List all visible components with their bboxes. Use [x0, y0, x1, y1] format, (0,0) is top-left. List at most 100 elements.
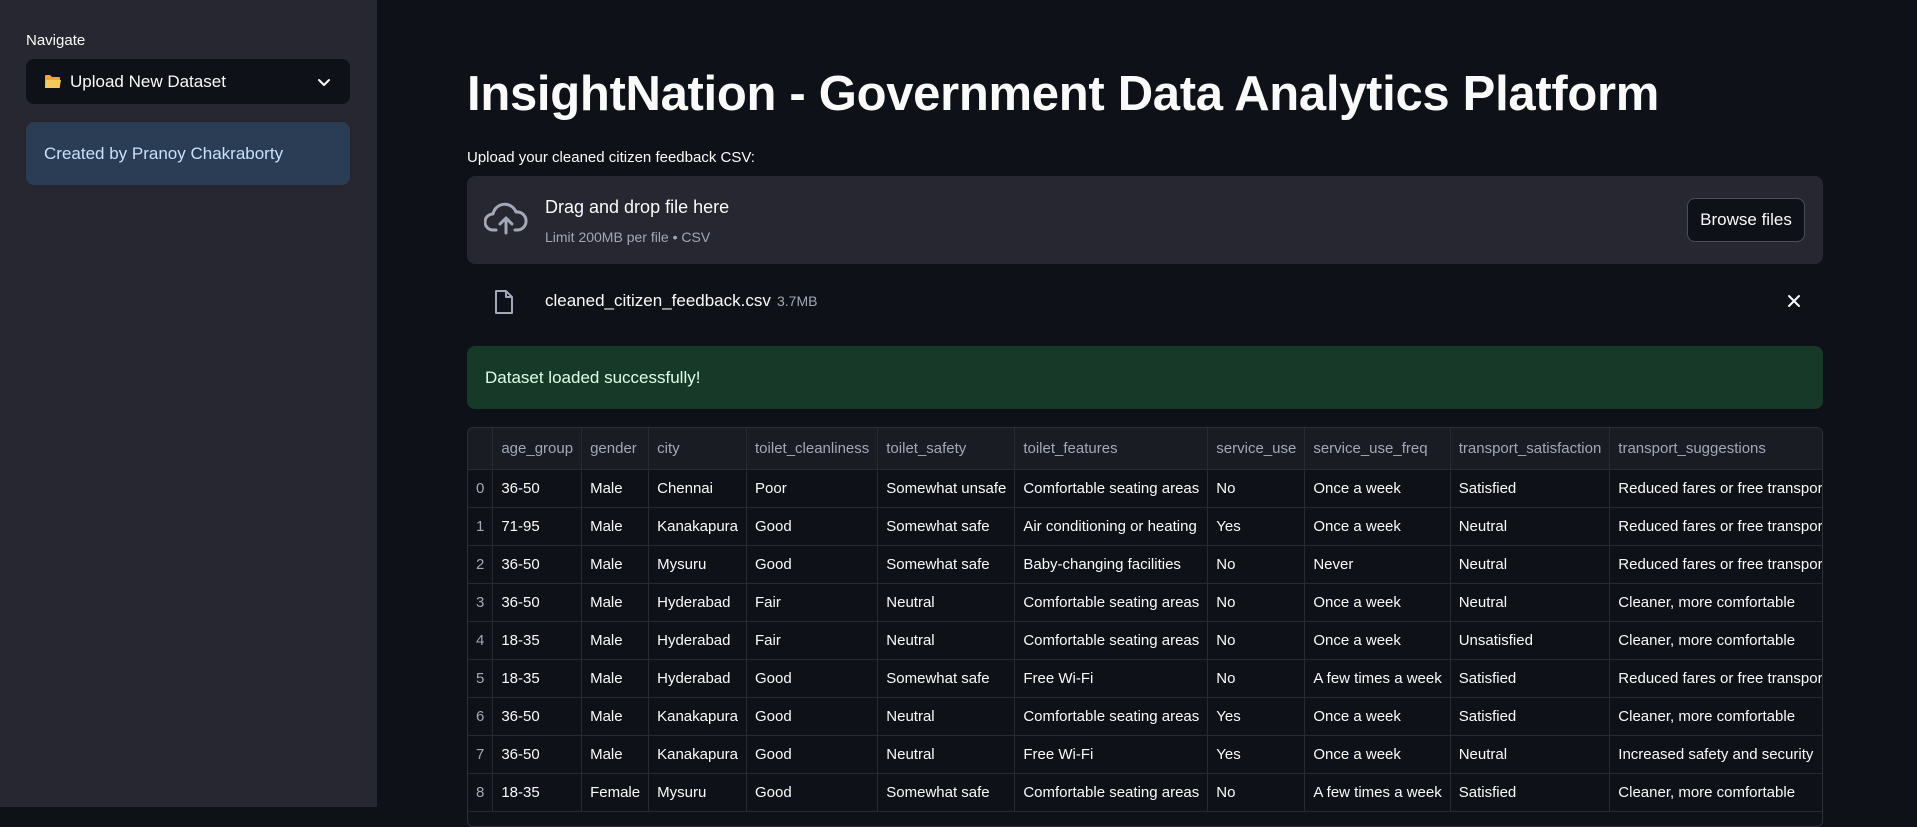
table-cell[interactable]: Reduced fares or free transport	[1609, 659, 1822, 698]
column-header[interactable]: age_group	[492, 428, 583, 470]
table-cell[interactable]: Once a week	[1304, 507, 1451, 546]
table-cell[interactable]: Increased safety and security	[1609, 735, 1822, 774]
table-cell[interactable]: Satisfied	[1450, 697, 1611, 736]
table-cell[interactable]: Unsatisfied	[1450, 621, 1611, 660]
table-cell[interactable]: Good	[746, 545, 879, 584]
table-cell[interactable]: Mysuru	[648, 545, 748, 584]
table-cell[interactable]: 36-50	[492, 735, 583, 774]
table-cell[interactable]: Fair	[746, 621, 879, 660]
table-cell[interactable]: Male	[581, 621, 650, 660]
table-cell[interactable]: Comfortable seating areas	[1014, 697, 1209, 736]
table-cell[interactable]: Comfortable seating areas	[1014, 583, 1209, 622]
table-cell[interactable]: Neutral	[877, 697, 1016, 736]
table-cell[interactable]: Kanakapura	[648, 507, 748, 546]
table-cell[interactable]: Once a week	[1304, 469, 1451, 508]
table-cell[interactable]: 36-50	[492, 469, 583, 508]
table-cell[interactable]: Reduced fares or free transport	[1609, 545, 1822, 584]
table-cell[interactable]: Mysuru	[648, 773, 748, 812]
table-cell[interactable]: Somewhat unsafe	[877, 469, 1016, 508]
table-cell[interactable]: Once a week	[1304, 621, 1451, 660]
column-header[interactable]: transport_satisfaction	[1450, 428, 1611, 470]
column-header[interactable]: toilet_cleanliness	[746, 428, 879, 470]
table-cell[interactable]: Baby-changing facilities	[1014, 545, 1209, 584]
table-cell[interactable]: Somewhat safe	[877, 773, 1016, 812]
table-cell[interactable]: Free Wi-Fi	[1014, 659, 1209, 698]
table-cell[interactable]: Cleaner, more comfortable	[1609, 697, 1822, 736]
column-header[interactable]: toilet_safety	[877, 428, 1016, 470]
table-cell[interactable]: No	[1207, 469, 1306, 508]
table-cell[interactable]: Female	[581, 773, 650, 812]
table-cell[interactable]: Hyderabad	[648, 659, 748, 698]
navigate-select[interactable]: Upload New Dataset	[26, 59, 350, 104]
browse-files-button[interactable]: Browse files	[1687, 198, 1805, 242]
table-cell[interactable]: Reduced fares or free transport	[1609, 469, 1822, 508]
table-cell[interactable]: Satisfied	[1450, 469, 1611, 508]
table-cell[interactable]: Comfortable seating areas	[1014, 773, 1209, 812]
table-cell[interactable]: Cleaner, more comfortable	[1609, 583, 1822, 622]
table-cell[interactable]: Neutral	[877, 583, 1016, 622]
table-cell[interactable]: Neutral	[1450, 507, 1611, 546]
table-cell[interactable]: Good	[746, 507, 879, 546]
table-cell[interactable]: 36-50	[492, 545, 583, 584]
table-cell[interactable]: Male	[581, 659, 650, 698]
file-dropzone[interactable]: Drag and drop file here Limit 200MB per …	[467, 176, 1823, 264]
table-cell[interactable]: 36-50	[492, 697, 583, 736]
table-cell[interactable]: Comfortable seating areas	[1014, 621, 1209, 660]
table-cell[interactable]: Free Wi-Fi	[1014, 735, 1209, 774]
table-cell[interactable]: A few times a week	[1304, 659, 1451, 698]
data-table[interactable]: age_group gender city toilet_cleanliness toi…	[467, 427, 1823, 827]
table-cell[interactable]: Neutral	[877, 621, 1016, 660]
index-header[interactable]	[468, 428, 494, 470]
table-cell[interactable]: Poor	[746, 469, 879, 508]
table-cell[interactable]: Hyderabad	[648, 583, 748, 622]
table-cell[interactable]: Fair	[746, 583, 879, 622]
table-cell[interactable]: A few times a week	[1304, 773, 1451, 812]
table-cell[interactable]: Kanakapura	[648, 697, 748, 736]
table-cell[interactable]: Somewhat safe	[877, 507, 1016, 546]
table-cell[interactable]: Cleaner, more comfortable	[1609, 621, 1822, 660]
table-cell[interactable]: Once a week	[1304, 583, 1451, 622]
table-cell[interactable]: Neutral	[877, 735, 1016, 774]
table-cell[interactable]: Chennai	[648, 469, 748, 508]
close-icon[interactable]	[1785, 292, 1803, 310]
table-cell[interactable]: No	[1207, 773, 1306, 812]
table-cell[interactable]: Good	[746, 773, 879, 812]
column-header[interactable]: toilet_features	[1014, 428, 1209, 470]
table-cell[interactable]: Male	[581, 545, 650, 584]
table-cell[interactable]: Male	[581, 735, 650, 774]
table-cell[interactable]: Yes	[1207, 507, 1306, 546]
column-header[interactable]: service_use	[1207, 428, 1306, 470]
table-cell[interactable]: Neutral	[1450, 545, 1611, 584]
table-cell[interactable]: Good	[746, 697, 879, 736]
table-cell[interactable]: Comfortable seating areas	[1014, 469, 1209, 508]
table-cell[interactable]: Male	[581, 469, 650, 508]
table-cell[interactable]: Somewhat safe	[877, 545, 1016, 584]
table-cell[interactable]: Male	[581, 507, 650, 546]
column-header[interactable]: transport_suggestions	[1609, 428, 1822, 470]
table-cell[interactable]: Cleaner, more comfortable	[1609, 773, 1822, 812]
table-cell[interactable]: Hyderabad	[648, 621, 748, 660]
table-cell[interactable]: 18-35	[492, 621, 583, 660]
table-cell[interactable]: 18-35	[492, 773, 583, 812]
table-cell[interactable]: No	[1207, 545, 1306, 584]
table-cell[interactable]: Good	[746, 735, 879, 774]
column-header[interactable]: service_use_freq	[1304, 428, 1451, 470]
table-cell[interactable]: 18-35	[492, 659, 583, 698]
table-cell[interactable]: 36-50	[492, 583, 583, 622]
table-cell[interactable]: Once a week	[1304, 697, 1451, 736]
table-cell[interactable]: Yes	[1207, 735, 1306, 774]
table-cell[interactable]: Satisfied	[1450, 659, 1611, 698]
table-cell[interactable]: 71-95	[492, 507, 583, 546]
table-cell[interactable]: No	[1207, 659, 1306, 698]
table-cell[interactable]: Male	[581, 583, 650, 622]
table-cell[interactable]: No	[1207, 583, 1306, 622]
table-cell[interactable]: Air conditioning or heating	[1014, 507, 1209, 546]
table-cell[interactable]: Never	[1304, 545, 1451, 584]
table-cell[interactable]: Neutral	[1450, 583, 1611, 622]
table-cell[interactable]: Satisfied	[1450, 773, 1611, 812]
column-header[interactable]: gender	[581, 428, 650, 470]
column-header[interactable]: city	[648, 428, 748, 470]
table-cell[interactable]: No	[1207, 621, 1306, 660]
table-cell[interactable]: Male	[581, 697, 650, 736]
table-cell[interactable]: Once a week	[1304, 735, 1451, 774]
